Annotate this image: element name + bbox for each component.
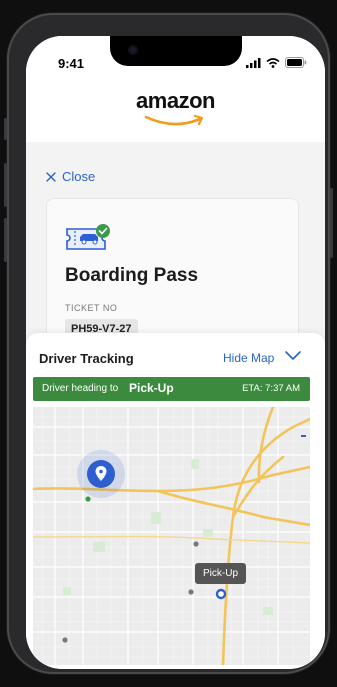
notch <box>110 36 242 66</box>
power-button <box>330 188 333 258</box>
pickup-tooltip: Pick-Up <box>195 563 247 584</box>
battery-icon <box>285 57 307 68</box>
phone-frame: amazon 9:41 Close Boarding Pass TICKET N… <box>4 13 333 674</box>
wifi-icon <box>266 57 280 68</box>
banner-destination: Pick-Up <box>129 381 174 395</box>
section-title: Driver Tracking <box>39 351 134 366</box>
eta-label: ETA: 7:37 AM <box>242 383 300 394</box>
hide-map-button[interactable]: Hide Map <box>223 351 274 365</box>
map-view[interactable]: Pick-Up <box>33 407 310 665</box>
status-time: 9:41 <box>58 56 85 71</box>
driver-tracking-sheet: Driver Tracking Hide Map Driver heading … <box>26 333 325 669</box>
driver-status-banner: Driver heading to Pick-Up ETA: 7:37 AM <box>33 377 310 401</box>
pickup-location-marker-icon[interactable] <box>215 588 227 600</box>
volume-up-button <box>4 163 7 207</box>
map-roads <box>33 407 310 665</box>
banner-text: Driver heading to <box>42 383 119 394</box>
signal-icon <box>246 57 261 68</box>
ticket-label: TICKET NO <box>65 303 118 313</box>
close-icon <box>46 171 56 182</box>
chevron-down-icon[interactable] <box>284 348 302 362</box>
amazon-logo: amazon <box>136 88 215 113</box>
mute-switch <box>4 118 7 140</box>
card-title: Boarding Pass <box>65 265 199 286</box>
volume-down-button <box>4 218 7 262</box>
close-label: Close <box>62 169 96 184</box>
phone-screen: amazon 9:41 Close Boarding Pass TICKET N… <box>26 36 325 669</box>
ticket-icon <box>66 224 110 250</box>
amazon-smile-icon <box>144 114 204 126</box>
close-button[interactable]: Close <box>46 169 95 184</box>
camera-icon <box>128 45 138 55</box>
driver-location-pin-icon[interactable] <box>87 460 115 488</box>
